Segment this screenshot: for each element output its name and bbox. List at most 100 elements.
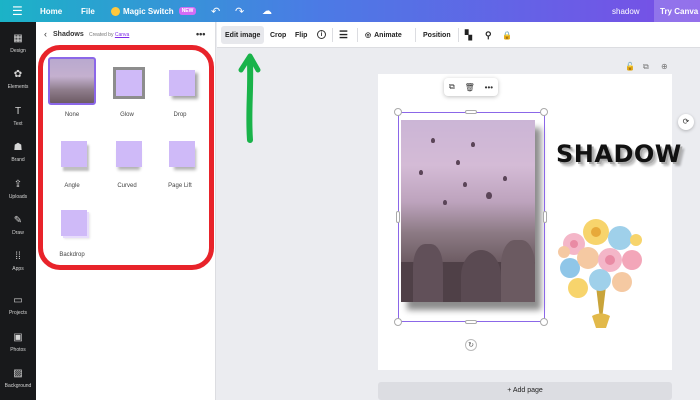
magic-star-icon xyxy=(111,6,120,16)
position-button[interactable]: Position xyxy=(423,22,451,48)
undo-icon[interactable]: ↶ xyxy=(211,0,220,22)
flower-bouquet-graphic[interactable] xyxy=(556,216,646,334)
rail-item-label: Uploads xyxy=(8,194,28,200)
top-bar: ☰ Home File Magic Switch NEW ↶ ↷ ☁ shado… xyxy=(0,0,700,22)
rail-item-photos[interactable]: ▣ Photos xyxy=(0,327,36,361)
add-page-button[interactable]: + Add page xyxy=(378,382,672,400)
rail-item-design[interactable]: ▦ Design xyxy=(0,28,36,62)
home-button[interactable]: Home xyxy=(40,0,62,22)
resize-handle[interactable] xyxy=(394,318,402,326)
design-icon: ▦ xyxy=(13,33,23,44)
rail-item-text[interactable]: T Text xyxy=(0,101,36,135)
resize-handle[interactable] xyxy=(396,211,400,223)
shadow-option-curved[interactable]: Curved xyxy=(102,130,152,190)
rail-item-label: Text xyxy=(13,121,23,127)
rail-item-label: Background xyxy=(4,383,32,389)
rail-item-apps[interactable]: ⁞⁞ Apps xyxy=(0,246,36,280)
apps-icon: ⁞⁞ xyxy=(15,251,21,262)
try-canva-button[interactable]: Try Canva xyxy=(654,0,700,22)
rail-item-uploads[interactable]: ⇪ Uploads xyxy=(0,174,36,208)
magic-switch-label: Magic Switch xyxy=(123,6,174,16)
rail-item-label: Elements xyxy=(7,84,29,90)
rail-item-label: Design xyxy=(10,48,26,54)
upload-icon: ⇪ xyxy=(13,179,23,190)
shadow-option-backdrop[interactable]: Backdrop xyxy=(47,199,97,259)
resize-handle[interactable] xyxy=(394,108,402,116)
animate-icon: ◎ xyxy=(365,32,372,39)
effect-label: None xyxy=(64,112,80,118)
rail-item-label: Projects xyxy=(8,310,28,316)
rail-item-projects[interactable]: ▭ Projects xyxy=(0,290,36,324)
panel-title: Shadows xyxy=(53,31,84,38)
shadow-option-page-lift[interactable]: Page Lift xyxy=(155,130,205,190)
brand-icon: ☗ xyxy=(13,142,23,153)
text-icon: T xyxy=(14,106,22,117)
rail-item-elements[interactable]: ✿ Elements xyxy=(0,64,36,98)
refresh-icon[interactable]: ⟳ xyxy=(678,114,694,130)
animate-label: Animate xyxy=(374,31,402,39)
unlock-icon[interactable]: 🔓 xyxy=(625,62,635,71)
elements-icon: ✿ xyxy=(13,69,23,80)
rail-item-brand[interactable]: ☗ Brand xyxy=(0,137,36,171)
effect-thumbnail xyxy=(50,199,94,243)
more-options-icon[interactable]: ••• xyxy=(196,29,205,39)
rail-item-background[interactable]: ▨ Background xyxy=(0,363,36,397)
cloud-save-icon[interactable]: ☁ xyxy=(262,0,272,22)
photos-icon: ▣ xyxy=(13,332,23,343)
paint-format-icon[interactable]: ⚲ xyxy=(485,22,492,48)
resize-handle[interactable] xyxy=(540,108,548,116)
more-icon[interactable]: ••• xyxy=(485,83,493,92)
effect-label: Angle xyxy=(64,183,80,189)
menu-icon[interactable]: ☰ xyxy=(12,0,23,22)
effect-label: Drop xyxy=(173,112,187,118)
resize-handle[interactable] xyxy=(465,110,477,114)
background-icon: ▨ xyxy=(13,368,23,379)
shadow-heading-text[interactable]: SHADOW xyxy=(556,140,682,168)
magic-switch-button[interactable]: Magic Switch NEW xyxy=(111,0,197,22)
edit-image-button[interactable]: Edit image xyxy=(221,26,265,44)
effect-label: Glow xyxy=(120,112,134,118)
effect-thumbnail xyxy=(50,130,94,174)
shadow-option-glow[interactable]: Glow xyxy=(102,59,152,119)
draw-icon: ✎ xyxy=(13,215,23,226)
crop-button[interactable]: Crop xyxy=(270,22,286,48)
border-style-icon[interactable]: ☰ xyxy=(339,22,348,48)
resize-handle[interactable] xyxy=(543,211,547,223)
shadow-option-none[interactable]: None xyxy=(47,57,97,119)
creator-link[interactable]: Canva xyxy=(115,32,129,38)
flip-button[interactable]: Flip xyxy=(295,22,307,48)
effect-label: Curved xyxy=(117,183,137,189)
effect-thumbnail xyxy=(105,130,149,174)
new-badge: NEW xyxy=(178,7,197,15)
context-toolbar: Edit image Crop Flip i ☰ ◎ Animate Posit… xyxy=(217,22,700,48)
rail-item-label: Photos xyxy=(10,347,26,353)
created-by-text: Created by Canva xyxy=(89,32,130,38)
projects-icon: ▭ xyxy=(13,295,23,306)
effect-label: Page Lift xyxy=(168,183,192,189)
shadow-option-drop[interactable]: Drop xyxy=(155,59,205,119)
add-page-icon[interactable]: ⊕ xyxy=(661,62,668,71)
element-float-toolbar: ⧉ 🗑 ••• xyxy=(444,78,498,96)
delete-icon[interactable]: 🗑 xyxy=(465,83,475,92)
animate-button[interactable]: ◎ Animate xyxy=(365,22,402,48)
info-icon[interactable]: i xyxy=(317,30,326,39)
rail-item-draw[interactable]: ✎ Draw xyxy=(0,210,36,244)
duplicate-page-icon[interactable]: ⧉ xyxy=(643,62,649,72)
file-menu-button[interactable]: File xyxy=(81,0,95,22)
lock-icon[interactable]: 🔒 xyxy=(502,22,512,48)
green-arrow-annotation xyxy=(238,53,261,143)
shadow-option-angle[interactable]: Angle xyxy=(47,130,97,190)
duplicate-icon[interactable]: ⧉ xyxy=(449,82,455,92)
rail-item-label: Apps xyxy=(12,266,24,272)
back-chevron-icon[interactable]: ‹ xyxy=(44,29,47,39)
resize-handle[interactable] xyxy=(465,320,477,324)
effect-thumbnail xyxy=(48,57,96,105)
effect-label: Backdrop xyxy=(59,252,85,258)
shadows-panel: ‹ Shadows Created by Canva ••• None Glow… xyxy=(36,22,216,400)
document-title[interactable]: shadow xyxy=(612,0,640,22)
transparency-icon[interactable]: ▚ xyxy=(465,22,472,48)
resize-handle[interactable] xyxy=(540,318,548,326)
effect-thumbnail xyxy=(158,130,202,174)
redo-icon[interactable]: ↷ xyxy=(235,0,244,22)
rotate-icon[interactable]: ↻ xyxy=(465,339,477,351)
